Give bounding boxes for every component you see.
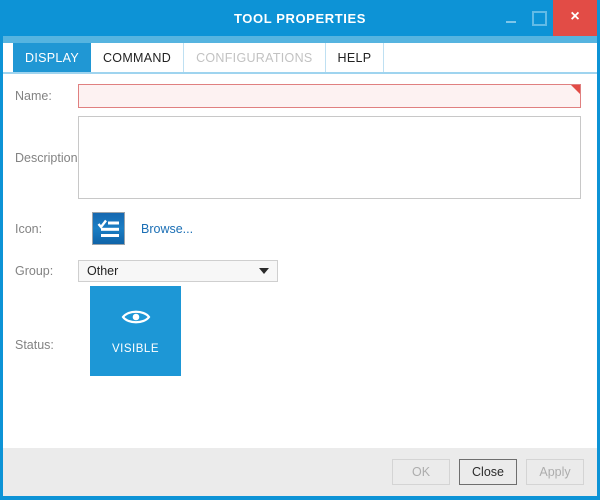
maximize-icon — [531, 10, 547, 26]
checklist-icon[interactable] — [92, 212, 125, 245]
group-label: Group: — [15, 264, 54, 278]
dialog-footer: OK Close Apply — [3, 448, 597, 496]
description-input[interactable] — [78, 116, 581, 199]
description-label: Description: — [15, 150, 81, 165]
window-title: TOOL PROPERTIES — [233, 10, 367, 26]
name-input-wrapper — [78, 84, 581, 108]
status-toggle-button[interactable]: VISIBLE — [90, 286, 181, 376]
tab-display[interactable]: DISPLAY — [13, 43, 91, 72]
icon-label: Icon: — [15, 221, 43, 236]
group-dropdown[interactable]: Other — [78, 260, 278, 282]
close-button[interactable]: × — [553, 0, 597, 36]
description-row: Description: — [3, 116, 597, 199]
display-tab-panel: Name: Description: Icon: Browse... Group… — [3, 74, 597, 453]
apply-button: Apply — [526, 459, 584, 485]
ok-button: OK — [392, 459, 450, 485]
tab-filler — [384, 43, 597, 72]
chevron-down-icon — [259, 268, 269, 274]
status-value: VISIBLE — [112, 342, 159, 355]
name-label: Name: — [15, 89, 52, 103]
tab-command[interactable]: COMMAND — [91, 43, 185, 72]
title-bar: TOOL PROPERTIES × — [3, 0, 597, 36]
close-icon: × — [570, 8, 580, 25]
minimize-button[interactable] — [497, 0, 525, 36]
group-row: Group: Other — [3, 260, 597, 282]
minimize-icon — [506, 21, 516, 23]
status-label: Status: — [15, 338, 54, 352]
eye-icon — [121, 308, 151, 331]
name-input[interactable] — [78, 84, 581, 108]
status-row: Status: VISIBLE — [3, 286, 597, 376]
tool-properties-dialog: TOOL PROPERTIES × DISPLAY COMMAND CONFIG… — [0, 0, 600, 500]
maximize-button[interactable] — [525, 0, 553, 36]
browse-link[interactable]: Browse... — [141, 222, 193, 236]
title-accent-strip — [3, 36, 597, 43]
eye-icon-glyph — [121, 310, 150, 323]
window-controls: × — [497, 0, 597, 36]
tab-bar: DISPLAY COMMAND CONFIGURATIONS HELP — [3, 43, 597, 72]
tab-help[interactable]: HELP — [326, 43, 385, 72]
checklist-icon-glyph — [97, 219, 119, 237]
close-dialog-button[interactable]: Close — [459, 459, 517, 485]
group-selected-value: Other — [87, 264, 119, 278]
tab-configurations: CONFIGURATIONS — [184, 43, 326, 72]
icon-row: Icon: Browse... — [3, 212, 597, 245]
name-row: Name: — [3, 84, 597, 108]
